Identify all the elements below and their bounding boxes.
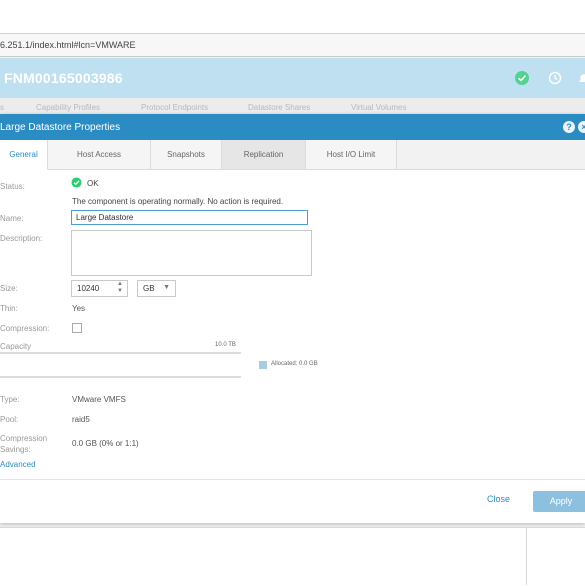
background-tab: Virtual Volumes (351, 103, 407, 112)
address-bar[interactable]: 6.251.1/index.html#lcn=VMWARE (0, 34, 585, 57)
capacity-bar (0, 376, 241, 378)
browser-toolbar (0, 0, 585, 34)
background-tab-bar: s Capability Profiles Protocol Endpoints… (0, 98, 585, 114)
background-tab: Capability Profiles (36, 103, 101, 112)
background-tab: s (0, 103, 4, 112)
dialog-title: Large Datastore Properties (0, 122, 121, 133)
stepper-arrows-icon[interactable]: ▲ ▼ (117, 281, 123, 295)
size-unit-value: GB (143, 284, 155, 293)
name-label: Name: (0, 214, 24, 223)
tab-snapshots[interactable]: Snapshots (151, 140, 222, 169)
system-title: FNM00165003986 (4, 70, 123, 86)
background-tab: Protocol Endpoints (141, 103, 209, 112)
pool-value: raid5 (72, 415, 90, 424)
dialog-title-bar: Large Datastore Properties ? × (0, 114, 585, 140)
page-background-panel (0, 527, 585, 586)
savings-label-line1: Compression (0, 434, 48, 443)
size-value: 10240 (77, 284, 100, 293)
close-icon[interactable]: × (578, 121, 585, 133)
tab-general[interactable]: General (0, 140, 48, 170)
status-value: OK (87, 179, 99, 188)
description-label: Description: (0, 234, 43, 243)
bell-icon[interactable] (576, 70, 585, 86)
dialog-tab-bar: General Host Access Snapshots Replicatio… (0, 140, 585, 170)
capacity-max-label: 10.0 TB (215, 342, 236, 348)
panel-divider (526, 527, 527, 585)
help-icon[interactable]: ? (563, 121, 575, 133)
size-stepper[interactable]: 10240 ▲ ▼ (71, 280, 128, 297)
thin-value: Yes (72, 304, 86, 313)
name-field[interactable] (71, 210, 308, 225)
allocated-legend-swatch (259, 361, 267, 369)
dialog-footer-divider (0, 479, 585, 480)
pool-label: Pool: (0, 415, 19, 424)
chevron-down-icon: ▼ (163, 284, 170, 291)
capacity-label: Capacity (0, 342, 32, 351)
ok-status-icon (71, 177, 82, 188)
status-message: The component is operating normally. No … (72, 197, 284, 206)
advanced-link[interactable]: Advanced (0, 460, 36, 469)
description-field[interactable] (71, 230, 312, 276)
size-unit-select[interactable]: GB ▼ (137, 280, 176, 297)
check-circle-icon[interactable] (514, 70, 530, 86)
apply-button[interactable]: Apply (533, 491, 585, 512)
tab-replication[interactable]: Replication (222, 140, 306, 169)
close-button[interactable]: Close (487, 494, 510, 504)
url-text[interactable]: 6.251.1/index.html#lcn=VMWARE (0, 40, 135, 50)
type-value: VMware VMFS (72, 395, 126, 404)
tab-host-io-limit[interactable]: Host I/O Limit (306, 140, 397, 169)
allocated-legend-label: Allocated: 0.0 GB (271, 361, 318, 367)
capacity-bar-top (0, 352, 241, 354)
type-label: Type: (0, 395, 20, 404)
history-icon[interactable] (547, 70, 563, 86)
savings-value: 0.0 GB (0% or 1:1) (72, 439, 139, 448)
status-label: Status: (0, 182, 25, 191)
compression-label: Compression: (0, 324, 50, 333)
background-tab: Datastore Shares (248, 103, 311, 112)
compression-checkbox[interactable] (72, 323, 82, 333)
savings-label-line2: Savings: (0, 445, 31, 454)
tab-host-access[interactable]: Host Access (48, 140, 151, 169)
properties-dialog: Large Datastore Properties ? × General H… (0, 114, 585, 523)
app-header: FNM00165003986 (0, 58, 585, 98)
thin-label: Thin: (0, 304, 18, 313)
size-label: Size: (0, 284, 18, 293)
